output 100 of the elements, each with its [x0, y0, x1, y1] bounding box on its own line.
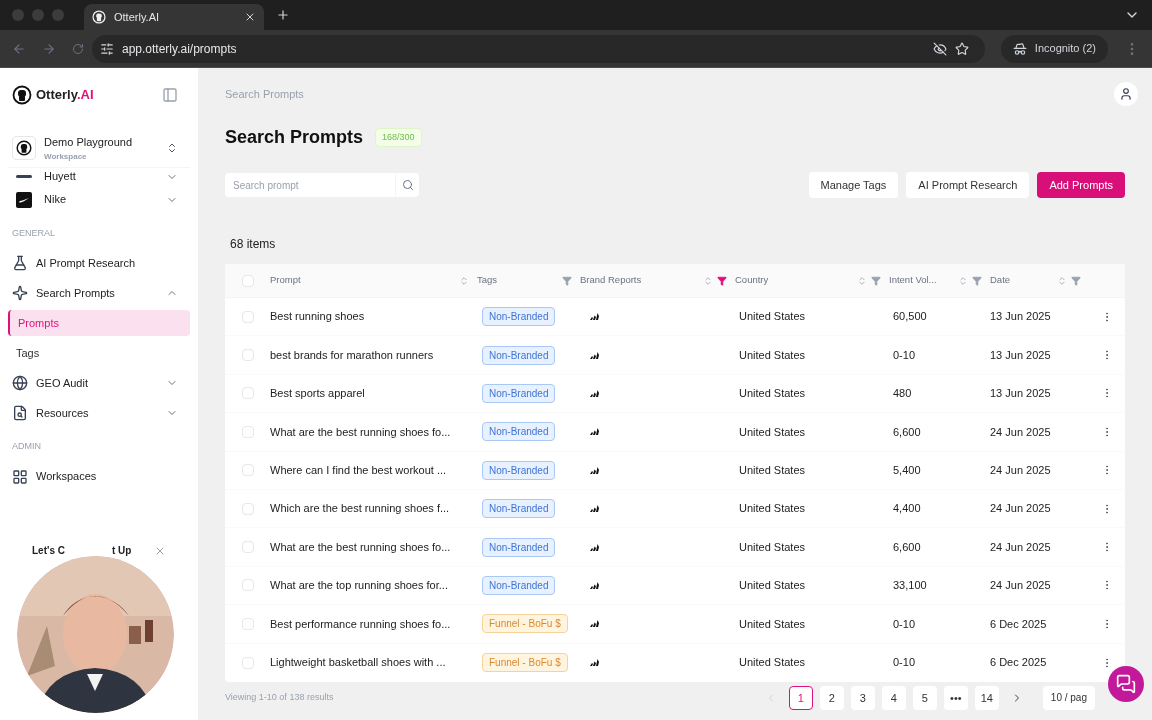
page-button[interactable]: •••	[943, 685, 968, 710]
page-button[interactable]: 4	[881, 685, 906, 710]
row-checkbox[interactable]	[241, 464, 254, 477]
action-button[interactable]: AI Prompt Research	[906, 172, 1030, 198]
filter-icon[interactable]	[871, 275, 881, 286]
row-checkbox[interactable]	[241, 656, 254, 669]
card-title: Let's C	[32, 544, 66, 558]
filter-icon[interactable]	[972, 275, 982, 286]
incognito-icon	[1012, 41, 1027, 56]
column-header[interactable]: Brand Reports	[580, 273, 699, 288]
incognito-badge[interactable]: Incognito (2)	[1000, 34, 1108, 63]
row-checkbox[interactable]	[241, 349, 254, 362]
prompt-cell[interactable]: What are the best running shoes fo...	[270, 423, 477, 441]
nav-subitem[interactable]: Prompts	[8, 310, 190, 336]
row-checkbox[interactable]	[241, 310, 254, 323]
date-cell-text: 13 Jun 2025	[990, 386, 1052, 402]
column-header[interactable]: Country	[735, 273, 853, 288]
user-avatar[interactable]	[1114, 82, 1138, 106]
column-header[interactable]: Prompt	[270, 273, 455, 288]
chat-button[interactable]	[1108, 666, 1144, 702]
date-cell-text: 6 Dec 2025	[990, 655, 1048, 671]
row-checkbox[interactable]	[241, 425, 254, 438]
column-header[interactable]: Tags	[477, 273, 558, 288]
prompt-cell[interactable]: best brands for marathon runners	[270, 346, 477, 364]
nav-item[interactable]: Search Prompts	[8, 278, 190, 308]
page-size-select[interactable]: 10 / pag	[1042, 685, 1095, 710]
nav-item[interactable]: AI Prompt Research	[8, 248, 190, 278]
row-checkbox[interactable]	[241, 541, 254, 554]
reload-icon[interactable]	[72, 42, 84, 55]
back-icon[interactable]	[12, 41, 26, 56]
prompt-cell[interactable]: Best sports apparel	[270, 385, 477, 402]
filter-icon[interactable]	[1071, 275, 1081, 286]
close-tab-icon[interactable]	[244, 11, 256, 23]
prompt-cell[interactable]: Where can I find the best workout ...	[270, 462, 477, 479]
row-checkbox[interactable]	[241, 617, 254, 630]
new-tab-icon[interactable]	[276, 8, 290, 22]
brand-item[interactable]: Huyett	[8, 168, 190, 185]
column-header[interactable]: Date	[990, 273, 1053, 288]
prompt-cell[interactable]: What are the top running shoes for...	[270, 577, 477, 594]
prompt-cell[interactable]: Best running shoes	[270, 308, 477, 325]
prompt-cell[interactable]: Lightweight basketball shoes with ...	[270, 654, 477, 671]
volume-cell-text: 6,600	[892, 424, 922, 440]
logo-text: Otterly.AI	[36, 86, 94, 105]
sort-icon[interactable]	[459, 275, 469, 286]
action-button[interactable]: Add Prompts	[1037, 172, 1125, 198]
prompt-cell[interactable]: Best performance running shoes fo...	[270, 615, 477, 633]
brand-mark-icon	[590, 581, 599, 589]
nav-item[interactable]: Workspaces	[8, 461, 190, 492]
address-bar[interactable]: app.otterly.ai/prompts	[92, 34, 985, 63]
forward-icon[interactable]	[42, 41, 56, 56]
sort-icon[interactable]	[857, 275, 867, 286]
url-text: app.otterly.ai/prompts	[122, 40, 238, 58]
sort-icon[interactable]	[958, 275, 968, 286]
brand-mark-icon	[590, 543, 599, 551]
date-cell-text: 13 Jun 2025	[990, 309, 1052, 325]
switch-workspace-icon	[166, 142, 178, 155]
workspace-selector[interactable]: Demo Playground Workspace	[8, 130, 190, 168]
row-checkbox[interactable]	[241, 502, 254, 515]
tag: Non-Branded	[482, 422, 556, 442]
nav-item[interactable]: GEO Audit	[8, 368, 190, 398]
volume-cell-text: 60,500	[892, 309, 928, 325]
filter-icon[interactable]	[717, 275, 727, 286]
dash-icon	[16, 175, 32, 178]
row-checkbox[interactable]	[241, 579, 254, 592]
section-heading: ADMIN	[11, 440, 42, 453]
sidebar-toggle-icon[interactable]	[162, 87, 178, 103]
filter-icon[interactable]	[562, 275, 572, 286]
page-button[interactable]: 5	[912, 685, 937, 710]
select-all-checkbox[interactable]	[241, 274, 254, 287]
eye-off-icon[interactable]	[932, 41, 947, 56]
sort-icon[interactable]	[1057, 275, 1067, 286]
country-cell-text: United States	[738, 655, 807, 671]
page-button[interactable]: 2	[819, 685, 844, 710]
search-field[interactable]: Search prompt	[225, 173, 395, 197]
tag: Non-Branded	[482, 499, 556, 519]
tag: Non-Branded	[482, 383, 556, 403]
site-settings-icon[interactable]	[100, 41, 114, 56]
bookmark-star-icon[interactable]	[954, 41, 969, 56]
volume-cell-text: 0-10	[892, 655, 917, 671]
results-summary: Viewing 1-10 of 138 results	[225, 691, 335, 705]
search-button[interactable]	[395, 173, 419, 197]
brand-mark-icon	[590, 313, 599, 321]
column-header[interactable]: Intent Vol...	[889, 273, 954, 288]
volume-cell-text: 480	[892, 386, 913, 402]
page-button[interactable]: 14	[974, 685, 999, 710]
nav-item[interactable]: Resources	[8, 398, 190, 428]
country-cell-text: United States	[738, 616, 807, 632]
action-button[interactable]: Manage Tags	[808, 172, 899, 198]
brand-mark-icon	[590, 659, 599, 667]
browser-tab[interactable]: Otterly.AI	[84, 4, 264, 30]
prompt-cell[interactable]: What are the best running shoes fo...	[270, 538, 477, 556]
page-button[interactable]: 1	[788, 685, 813, 710]
workspace-subtitle: Workspace	[44, 150, 88, 163]
page-button[interactable]: 3	[850, 685, 875, 710]
prompt-cell[interactable]: Which are the best running shoes f...	[270, 500, 477, 517]
nav-subitem[interactable]: Tags	[8, 340, 190, 366]
row-checkbox[interactable]	[241, 387, 254, 400]
brand-item[interactable]: Nike	[8, 184, 190, 215]
brand-mark-icon	[590, 505, 599, 513]
page-title: Search Prompts	[225, 126, 364, 149]
